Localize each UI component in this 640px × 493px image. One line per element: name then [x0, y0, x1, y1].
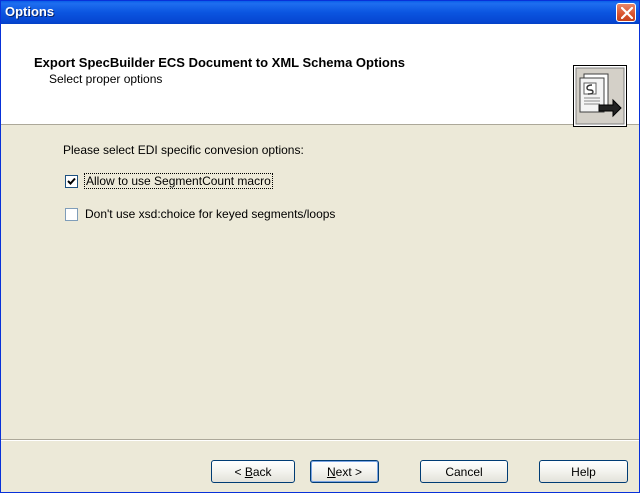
next-button-rest: ext > — [335, 464, 363, 479]
next-button-mnemonic: N — [326, 464, 336, 479]
back-button-mnemonic: B — [244, 464, 253, 479]
back-button[interactable]: < Back — [211, 460, 295, 483]
close-button[interactable] — [616, 3, 636, 22]
options-prompt: Please select EDI specific convesion opt… — [63, 143, 304, 157]
xsd-choice-checkbox[interactable] — [65, 207, 78, 221]
cancel-button[interactable]: Cancel — [420, 460, 508, 483]
segmentcount-checkbox[interactable] — [65, 174, 78, 188]
window-title: Options — [5, 4, 55, 19]
export-document-icon — [573, 65, 627, 127]
segmentcount-label[interactable]: Allow to use SegmentCount macro — [84, 173, 273, 189]
next-button[interactable]: Next > — [310, 460, 379, 483]
close-icon — [621, 7, 633, 19]
segmentcount-option[interactable]: Allow to use SegmentCount macro — [65, 173, 273, 189]
header-subtitle: Select proper options — [49, 72, 163, 86]
title-bar[interactable]: Options — [1, 1, 639, 24]
header-title: Export SpecBuilder ECS Document to XML S… — [34, 55, 406, 70]
button-separator — [1, 439, 639, 441]
xsd-choice-option[interactable]: Don't use xsd:choice for keyed segments/… — [65, 206, 335, 222]
xsd-choice-label[interactable]: Don't use xsd:choice for keyed segments/… — [85, 207, 335, 221]
wizard-header: Export SpecBuilder ECS Document to XML S… — [1, 24, 639, 127]
check-icon — [67, 177, 76, 185]
options-dialog: Options Export SpecBuilder ECS Document … — [0, 0, 640, 493]
back-button-rest: ack — [252, 464, 272, 479]
options-panel: Please select EDI specific convesion opt… — [1, 126, 639, 436]
back-button-prefix: < — [234, 464, 245, 479]
help-button[interactable]: Help — [539, 460, 628, 483]
